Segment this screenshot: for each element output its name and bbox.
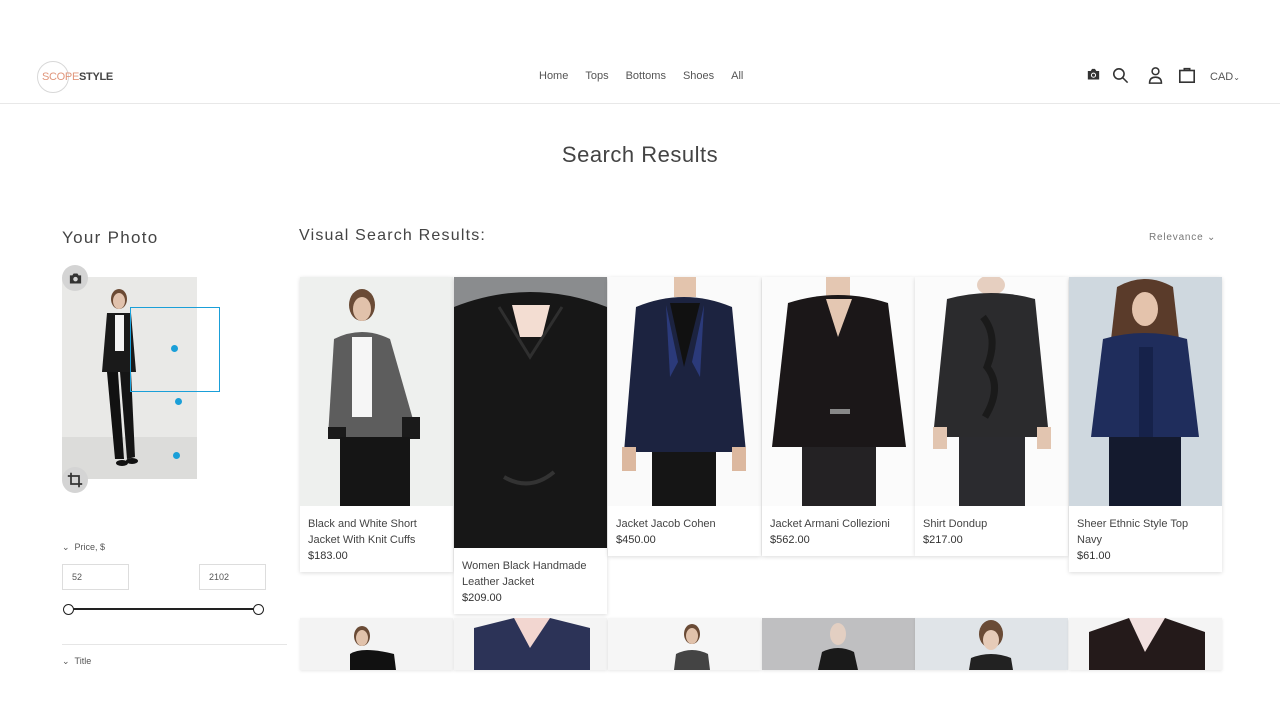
logo-part1: SCOPE <box>42 71 80 83</box>
price-filter-toggle[interactable]: ⌄ Price, $ <box>62 542 105 553</box>
main-nav: Home Tops Bottoms Shoes All <box>539 70 743 82</box>
product-price: $562.00 <box>770 534 810 546</box>
product-name[interactable]: Shirt Dondup <box>923 516 1060 532</box>
currency-label: CAD <box>1210 71 1234 83</box>
price-max-input[interactable] <box>199 564 266 590</box>
nav-home[interactable]: Home <box>539 70 568 82</box>
product-image <box>454 618 607 670</box>
product-card[interactable] <box>915 618 1068 670</box>
product-price: $209.00 <box>462 592 502 604</box>
page-title: Search Results <box>561 142 719 167</box>
product-name[interactable]: Black and White Short Jacket With Knit C… <box>308 516 445 548</box>
crop-icon <box>67 472 83 488</box>
product-price: $183.00 <box>308 550 348 562</box>
price-slider-max-handle[interactable] <box>253 604 264 615</box>
product-card[interactable] <box>762 618 915 670</box>
product-price: $61.00 <box>1077 550 1111 562</box>
product-image[interactable] <box>300 277 453 506</box>
title-filter-label: Title <box>74 656 92 666</box>
nav-bottoms[interactable]: Bottoms <box>626 70 666 82</box>
price-slider-min-handle[interactable] <box>63 604 74 615</box>
chevron-down-icon: ⌄ <box>62 542 70 552</box>
product-image <box>1069 618 1222 670</box>
nav-all[interactable]: All <box>731 70 743 82</box>
product-card[interactable]: Shirt Dondup $217.00 <box>915 277 1068 556</box>
product-card[interactable] <box>608 618 761 670</box>
sort-label: Relevance <box>1149 232 1204 243</box>
logo-part2: STYLE <box>79 71 113 83</box>
photo-camera-button[interactable] <box>62 265 88 291</box>
user-icon[interactable] <box>1147 66 1167 86</box>
results-heading: Visual Search Results: <box>299 227 487 244</box>
your-photo-title: Your Photo <box>62 228 159 247</box>
product-image[interactable] <box>762 277 915 506</box>
product-card[interactable] <box>300 618 453 670</box>
product-image[interactable] <box>915 277 1068 506</box>
price-min-input[interactable] <box>62 564 129 590</box>
product-image <box>762 618 915 670</box>
sort-dropdown[interactable]: Relevance ⌄ <box>1149 232 1216 243</box>
product-price: $450.00 <box>616 534 656 546</box>
product-name[interactable]: Sheer Ethnic Style Top Navy <box>1077 516 1214 548</box>
chevron-down-icon: ⌄ <box>62 656 70 666</box>
product-image[interactable] <box>454 277 607 548</box>
divider <box>62 644 287 645</box>
currency-selector[interactable]: CAD⌄ <box>1210 71 1240 83</box>
product-card[interactable]: Jacket Jacob Cohen $450.00 <box>608 277 761 556</box>
chevron-down-icon: ⌄ <box>1207 232 1217 243</box>
camera-icon <box>69 273 81 283</box>
product-card[interactable]: Sheer Ethnic Style Top Navy $61.00 <box>1069 277 1222 572</box>
product-name[interactable]: Jacket Jacob Cohen <box>616 516 753 532</box>
search-icon[interactable] <box>1111 66 1131 86</box>
product-card[interactable] <box>454 618 607 670</box>
chevron-down-icon: ⌄ <box>1233 73 1240 82</box>
product-card[interactable]: Jacket Armani Collezioni $562.00 <box>762 277 915 556</box>
product-image <box>300 618 453 670</box>
nav-shoes[interactable]: Shoes <box>683 70 714 82</box>
camera-icon[interactable] <box>1085 66 1105 86</box>
logo[interactable]: SCOPESTYLE <box>42 71 113 83</box>
detection-dot[interactable] <box>175 398 182 405</box>
product-image <box>915 618 1068 670</box>
bag-icon[interactable] <box>1178 66 1198 86</box>
product-name[interactable]: Jacket Armani Collezioni <box>770 516 907 532</box>
detection-dot[interactable] <box>171 345 178 352</box>
crop-button[interactable] <box>62 467 88 493</box>
site-header: SCOPESTYLE Home Tops Bottoms Shoes All C… <box>0 50 1280 104</box>
product-card[interactable]: Women Black Handmade Leather Jacket $209… <box>454 277 607 614</box>
title-filter-toggle[interactable]: ⌄ Title <box>62 656 91 667</box>
product-price: $217.00 <box>923 534 963 546</box>
product-image[interactable] <box>608 277 761 506</box>
price-slider-track[interactable] <box>68 608 259 610</box>
product-card[interactable]: Black and White Short Jacket With Knit C… <box>300 277 453 572</box>
detection-dot[interactable] <box>173 452 180 459</box>
product-card[interactable] <box>1069 618 1222 670</box>
product-image <box>608 618 761 670</box>
product-image[interactable] <box>1069 277 1222 506</box>
nav-tops[interactable]: Tops <box>585 70 608 82</box>
product-name[interactable]: Women Black Handmade Leather Jacket <box>462 558 599 590</box>
price-filter-label: Price, $ <box>74 542 106 552</box>
